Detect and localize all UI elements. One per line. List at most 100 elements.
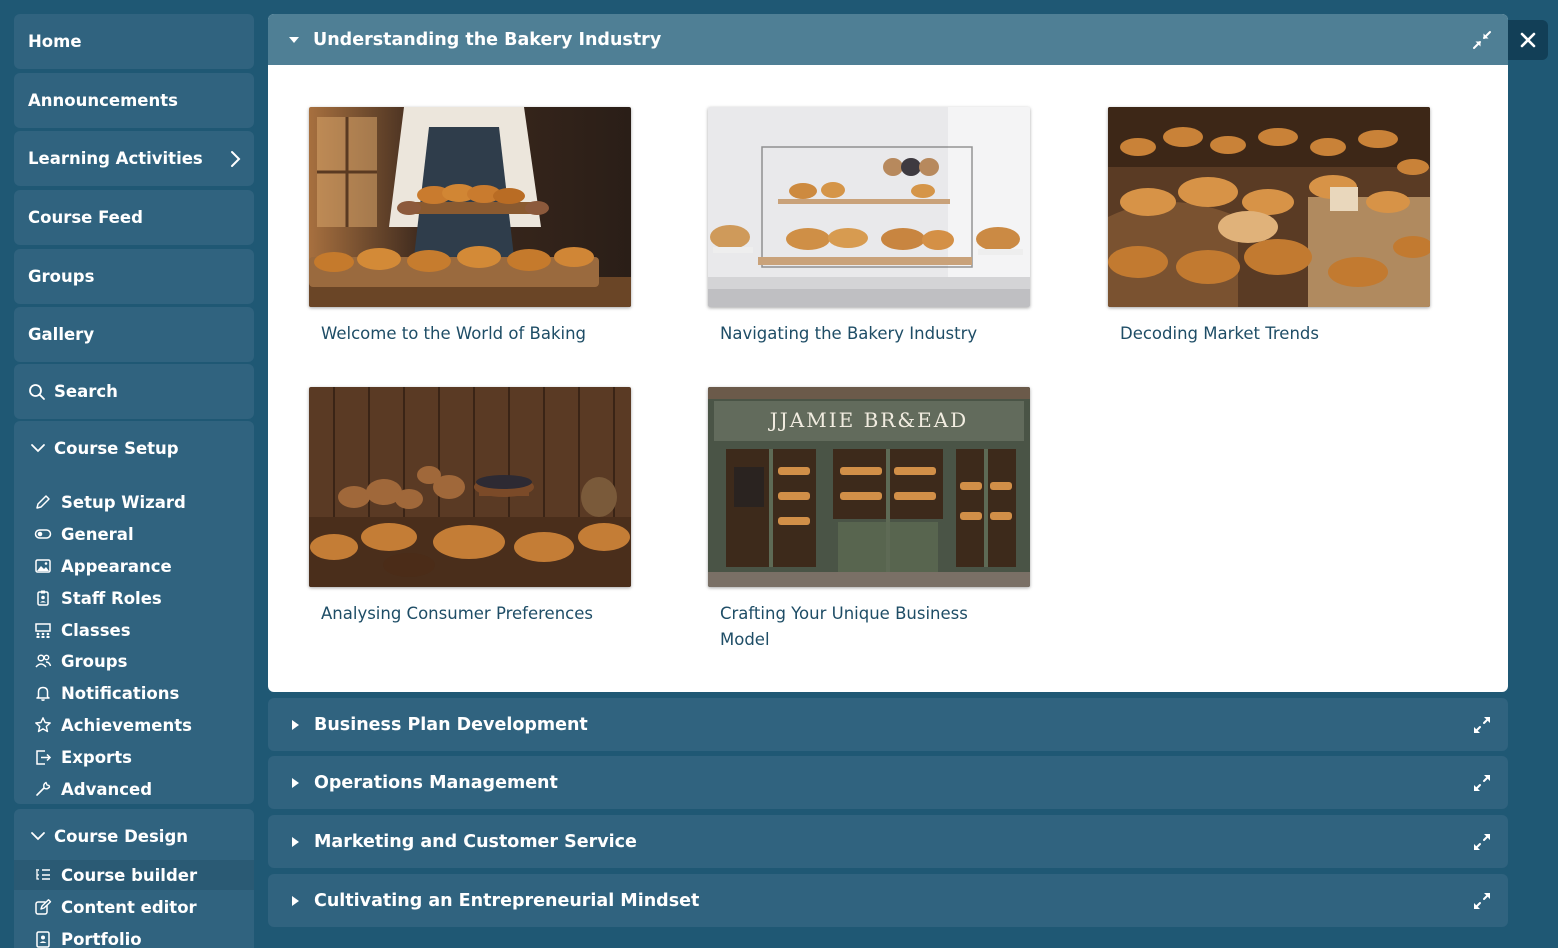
setup-item-label: General <box>61 524 134 544</box>
nav-gallery[interactable]: Gallery <box>14 307 254 362</box>
design-item-portfolio[interactable]: Portfolio <box>14 924 254 948</box>
search-icon <box>29 383 45 400</box>
section-operations-management[interactable]: Operations Management <box>268 756 1508 809</box>
id-badge-icon <box>37 590 49 606</box>
lesson-thumbnail-bread-market[interactable] <box>1108 107 1430 307</box>
expand-icon[interactable] <box>1472 891 1492 911</box>
nav-course-feed-label: Course Feed <box>28 208 143 227</box>
nav-search-label: Search <box>54 382 118 401</box>
chevron-right-icon <box>231 150 241 167</box>
setup-item-label: Achievements <box>61 715 192 735</box>
toggle-icon <box>34 529 52 539</box>
close-icon <box>1520 32 1536 48</box>
setup-item-label: Notifications <box>61 683 180 703</box>
course-setup-toggle[interactable]: Course Setup <box>14 421 254 475</box>
setup-item-label: Setup Wizard <box>61 492 186 512</box>
lesson-card[interactable]: Decoding Market Trends <box>1108 107 1430 347</box>
nav-home[interactable]: Home <box>14 14 254 69</box>
setup-item-label: Exports <box>61 747 132 767</box>
setup-item-achievements[interactable]: Achievements <box>14 710 254 740</box>
open-section-header[interactable]: Understanding the Bakery Industry <box>268 14 1508 65</box>
nav-announcements[interactable]: Announcements <box>14 73 254 128</box>
open-section-title: Understanding the Bakery Industry <box>313 29 662 50</box>
lesson-card[interactable]: JJAMIE BR&EAD Crafting Your Unique Busin… <box>708 387 1030 653</box>
setup-item-staff-roles[interactable]: Staff Roles <box>14 583 254 613</box>
expand-icon[interactable] <box>1472 715 1492 735</box>
lesson-title[interactable]: Decoding Market Trends <box>1108 321 1398 347</box>
section-title: Cultivating an Entrepreneurial Mindset <box>314 890 700 911</box>
course-design-heading: Course Design <box>54 826 189 846</box>
section-title: Business Plan Development <box>314 714 588 735</box>
setup-item-appearance[interactable]: Appearance <box>14 551 254 581</box>
caret-right-icon <box>292 836 299 847</box>
open-section-panel: Understanding the Bakery Industry Welcom… <box>268 14 1508 692</box>
setup-item-setup-wizard[interactable]: Setup Wizard <box>14 487 254 517</box>
shop-sign-text: JJAMIE BR&EAD <box>768 408 968 432</box>
section-title: Marketing and Customer Service <box>314 831 637 852</box>
wrench-icon <box>36 781 51 796</box>
setup-item-advanced[interactable]: Advanced <box>14 774 254 804</box>
setup-item-label: Appearance <box>61 556 172 576</box>
users-icon <box>35 654 52 668</box>
lesson-card[interactable]: Navigating the Bakery Industry <box>708 107 1030 347</box>
setup-item-classes[interactable]: Classes <box>14 615 254 645</box>
collapse-icon[interactable] <box>1472 30 1492 50</box>
setup-item-label: Groups <box>61 651 128 671</box>
caret-down-icon <box>289 36 299 43</box>
course-design-toggle[interactable]: Course Design <box>14 809 254 863</box>
section-cultivating-an-entrepreneurial-mindset[interactable]: Cultivating an Entrepreneurial Mindset <box>268 874 1508 927</box>
lesson-title[interactable]: Navigating the Bakery Industry <box>708 321 998 347</box>
nav-groups[interactable]: Groups <box>14 249 254 304</box>
portfolio-icon <box>36 931 50 948</box>
caret-right-icon <box>292 719 299 730</box>
lesson-card[interactable]: Welcome to the World of Baking <box>309 107 631 347</box>
export-icon <box>36 750 52 765</box>
star-icon <box>35 717 51 733</box>
nav-groups-label: Groups <box>28 267 95 286</box>
chevron-down-icon <box>31 832 45 841</box>
edit-icon <box>35 899 52 915</box>
setup-item-label: Staff Roles <box>61 588 162 608</box>
lesson-thumbnail-pastry-display-case[interactable] <box>708 107 1030 307</box>
course-setup-heading: Course Setup <box>54 438 179 458</box>
course-design-group: Course Design Course builder Content edi… <box>14 809 254 948</box>
setup-item-groups[interactable]: Groups <box>14 646 254 676</box>
design-item-label: Course builder <box>61 865 198 885</box>
setup-item-exports[interactable]: Exports <box>14 742 254 772</box>
nav-learning-activities[interactable]: Learning Activities <box>14 131 254 186</box>
lesson-card[interactable]: Analysing Consumer Preferences <box>309 387 631 627</box>
design-item-course-builder[interactable]: Course builder <box>14 860 254 890</box>
section-business-plan-development[interactable]: Business Plan Development <box>268 698 1508 751</box>
course-setup-group: Course Setup Setup Wizard General Appear… <box>14 421 254 804</box>
caret-right-icon <box>292 895 299 906</box>
chevron-down-icon <box>31 444 45 453</box>
lesson-thumbnail-bakery-storefront[interactable]: JJAMIE BR&EAD <box>708 387 1030 587</box>
list-tree-icon <box>36 869 50 880</box>
nav-announcements-label: Announcements <box>28 91 178 110</box>
expand-icon[interactable] <box>1472 773 1492 793</box>
nav-home-label: Home <box>28 32 82 51</box>
expand-icon[interactable] <box>1472 832 1492 852</box>
sidebar: Home Announcements Learning Activities C… <box>14 14 254 948</box>
lesson-title[interactable]: Welcome to the World of Baking <box>309 321 599 347</box>
design-item-content-editor[interactable]: Content editor <box>14 892 254 922</box>
design-item-label: Content editor <box>61 897 197 917</box>
lesson-thumbnail-baker-croissants[interactable] <box>309 107 631 307</box>
close-button[interactable] <box>1508 20 1548 60</box>
lesson-title[interactable]: Analysing Consumer Preferences <box>309 601 599 627</box>
setup-item-general[interactable]: General <box>14 519 254 549</box>
pencil-icon <box>36 495 50 509</box>
nav-search[interactable]: Search <box>14 364 254 419</box>
nav-learning-activities-label: Learning Activities <box>28 149 203 168</box>
setup-item-label: Advanced <box>61 779 152 799</box>
nav-course-feed[interactable]: Course Feed <box>14 190 254 245</box>
nav-gallery-label: Gallery <box>28 325 95 344</box>
bell-icon <box>36 686 50 701</box>
design-item-label: Portfolio <box>61 929 142 948</box>
lesson-thumbnail-bread-table-wood[interactable] <box>309 387 631 587</box>
section-marketing-and-customer-service[interactable]: Marketing and Customer Service <box>268 815 1508 868</box>
caret-right-icon <box>292 777 299 788</box>
lesson-title[interactable]: Crafting Your Unique Business Model <box>708 601 998 653</box>
image-icon <box>35 559 51 573</box>
setup-item-notifications[interactable]: Notifications <box>14 678 254 708</box>
